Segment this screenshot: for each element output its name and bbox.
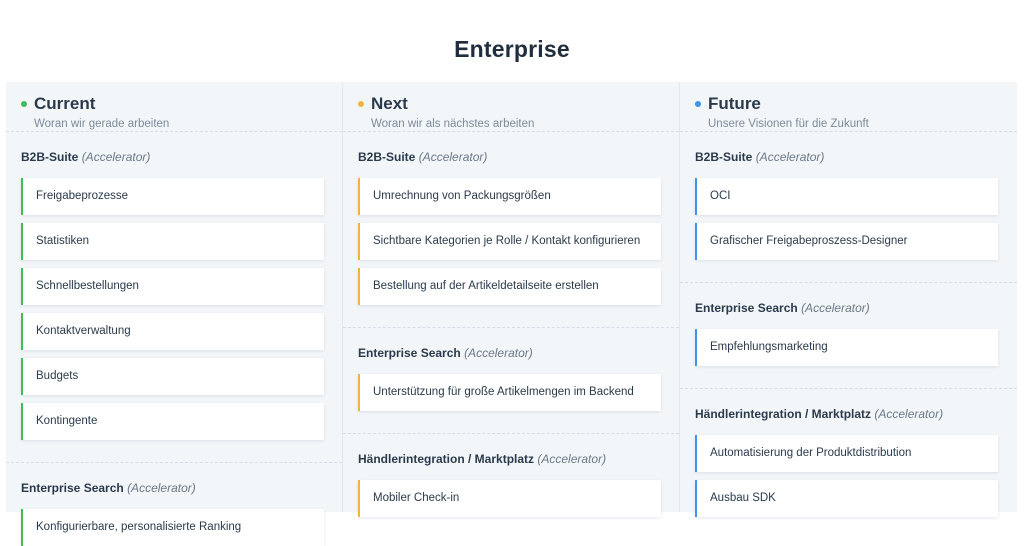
column-header: Current Woran wir gerade arbeiten	[6, 82, 342, 132]
group-title: B2B-Suite (Accelerator)	[21, 150, 151, 164]
status-dot-icon	[358, 101, 364, 107]
roadmap-card[interactable]: Mobiler Check-in	[358, 480, 661, 517]
column-current: Current Woran wir gerade arbeiten B2B-Su…	[6, 82, 343, 546]
column-next: Next Woran wir als nächstes arbeiten B2B…	[343, 82, 680, 517]
column-subtitle: Woran wir als nächstes arbeiten	[371, 118, 535, 130]
group-title: Enterprise Search (Accelerator)	[21, 481, 196, 495]
column-subtitle: Unsere Visionen für die Zukunft	[708, 118, 869, 130]
group-haendlerintegration: Händlerintegration / Marktplatz (Acceler…	[343, 434, 679, 517]
group-enterprise-search: Enterprise Search (Accelerator) Unterstü…	[343, 328, 679, 434]
roadmap-card[interactable]: Grafischer Freigabeproszess-Designer	[695, 223, 998, 260]
group-enterprise-search: Enterprise Search (Accelerator) Konfigur…	[6, 463, 342, 546]
column-future: Future Unsere Visionen für die Zukunft B…	[680, 82, 1017, 517]
roadmap-card[interactable]: Kontingente	[21, 403, 324, 440]
roadmap-card[interactable]: Budgets	[21, 358, 324, 395]
roadmap-card[interactable]: Schnellbestellungen	[21, 268, 324, 305]
group-b2b-suite: B2B-Suite (Accelerator) OCI Grafischer F…	[680, 132, 1017, 283]
group-title: Enterprise Search (Accelerator)	[695, 301, 870, 315]
roadmap-card[interactable]: Umrechnung von Packungsgrößen	[358, 178, 661, 215]
column-header: Next Woran wir als nächstes arbeiten	[343, 82, 679, 132]
page-title: Enterprise	[454, 36, 570, 62]
group-title: B2B-Suite (Accelerator)	[358, 150, 488, 164]
group-title: Händlerintegration / Marktplatz (Acceler…	[358, 452, 607, 466]
status-dot-icon	[21, 101, 27, 107]
roadmap-card[interactable]: Kontaktverwaltung	[21, 313, 324, 350]
roadmap-card[interactable]: OCI	[695, 178, 998, 215]
group-title: Enterprise Search (Accelerator)	[358, 346, 533, 360]
group-haendlerintegration: Händlerintegration / Marktplatz (Acceler…	[680, 389, 1017, 517]
roadmap-card[interactable]: Bestellung auf der Artikeldetailseite er…	[358, 268, 661, 305]
column-title: Current	[34, 94, 96, 113]
column-title: Future	[708, 94, 761, 113]
group-title: B2B-Suite (Accelerator)	[695, 150, 825, 164]
group-b2b-suite: B2B-Suite (Accelerator) Umrechnung von P…	[343, 132, 679, 328]
group-title: Händlerintegration / Marktplatz (Acceler…	[695, 407, 944, 421]
status-dot-icon	[695, 101, 701, 107]
roadmap-board: Current Woran wir gerade arbeiten B2B-Su…	[6, 82, 1017, 546]
column-title: Next	[371, 94, 408, 113]
roadmap-card[interactable]: Statistiken	[21, 223, 324, 260]
roadmap-card[interactable]: Freigabeprozesse	[21, 178, 324, 215]
roadmap-card[interactable]: Unterstützung für große Artikelmengen im…	[358, 374, 661, 411]
roadmap-card[interactable]: Ausbau SDK	[695, 480, 998, 517]
group-b2b-suite: B2B-Suite (Accelerator) Freigabeprozesse…	[6, 132, 342, 463]
roadmap-card[interactable]: Konfigurierbare, personalisierte Ranking	[21, 509, 324, 546]
group-enterprise-search: Enterprise Search (Accelerator) Empfehlu…	[680, 283, 1017, 389]
roadmap-card[interactable]: Sichtbare Kategorien je Rolle / Kontakt …	[358, 223, 661, 260]
roadmap-card[interactable]: Empfehlungsmarketing	[695, 329, 998, 366]
roadmap-card[interactable]: Automatisierung der Produktdistribution	[695, 435, 998, 472]
column-subtitle: Woran wir gerade arbeiten	[34, 118, 170, 130]
column-header: Future Unsere Visionen für die Zukunft	[680, 82, 1017, 132]
